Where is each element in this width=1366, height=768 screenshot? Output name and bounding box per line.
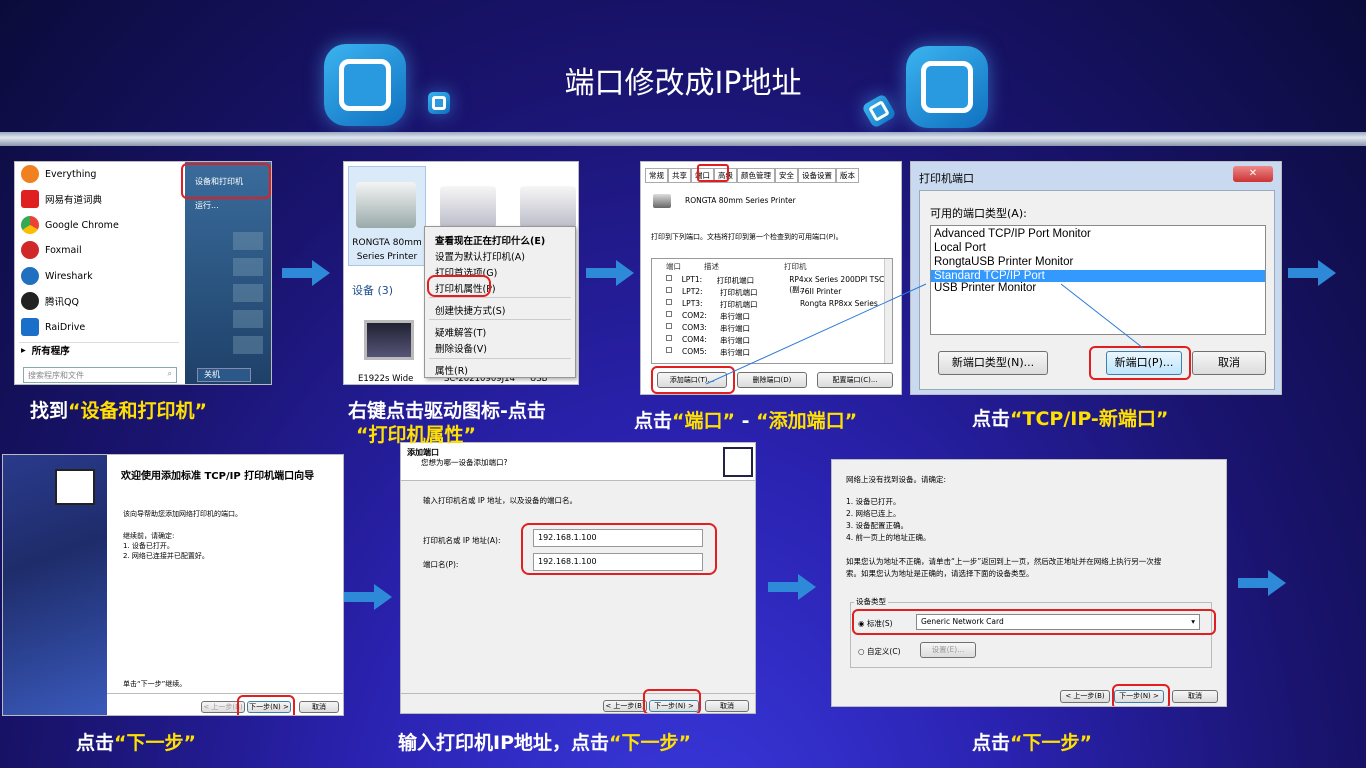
monitor-icon [364,320,414,360]
menu-item[interactable]: 属性(R) [435,363,468,377]
page-title: 端口修改成IP地址 [564,66,802,101]
menu-item[interactable]: 设置为默认打印机(A) [435,249,525,263]
radio-custom[interactable]: ○ 自定义(C) [858,646,901,657]
screenshot-start-menu: Everything 网易有道词典 Google Chrome Foxmail … [14,161,272,385]
back-button[interactable]: < 上一步(B) [1060,690,1110,703]
caption-step-5: 点击“下一步” [76,732,196,754]
arrow-right-icon [282,260,330,286]
arrow-right-icon [1288,260,1336,286]
cancel-button[interactable]: 取消 [1172,690,1218,703]
port-name-label: 端口名(P): [423,560,459,569]
ip-label: 打印机名或 IP 地址(A): [423,536,501,545]
program-wireshark[interactable]: Wireshark [21,264,93,288]
program-qq[interactable]: 腾讯QQ [21,289,79,313]
wizard-text: 4. 前一页上的地址正确。 [846,533,931,542]
divider [0,132,1366,146]
pointer-line [1060,283,1144,349]
printer-icon [653,194,671,208]
tab[interactable]: 颜色管理 [737,168,775,183]
tab[interactable]: 版本 [836,168,859,183]
program-chrome[interactable]: Google Chrome [21,213,119,237]
wizard-text: 该向导帮助您添加网络打印机的端口。 [123,510,242,518]
tab[interactable]: 安全 [775,168,798,183]
wizard-icon [723,447,753,477]
caption-step-3: 点击“端口” - “添加端口” [634,410,858,432]
caption-step-4: 点击“TCP/IP-新端口” [972,408,1169,430]
arrow-right-icon [1238,570,1286,596]
wizard-text: 1. 设备已打开。 [123,542,174,550]
caption-step-6: 输入打印机IP地址，点击“下一步” [398,732,691,754]
caption-step-2: 右键点击驱动图标-点击 [348,400,546,422]
tab[interactable]: 常规 [645,168,668,183]
wizard-text: 网络上没有找到设备。请确定: [846,475,947,484]
tab-bar: 常规 共享 端口 高级 颜色管理 安全 设备设置 版本 [645,168,859,183]
wizard-text: 继续前，请确定: [123,532,175,540]
tab[interactable]: 共享 [668,168,691,183]
screenshot-wizard-welcome: 欢迎使用添加标准 TCP/IP 打印机端口向导 该向导帮助您添加网络打印机的端口… [2,454,344,716]
caption-step-7: 点击“下一步” [972,732,1092,754]
cancel-button[interactable]: 取消 [705,700,749,712]
arrow-right-icon [768,574,816,600]
wizard-text: 3. 设备配置正确。 [846,521,909,530]
wizard-instruction: 输入打印机名或 IP 地址，以及设备的端口名。 [423,496,578,505]
screenshot-wizard-add-port: 添加端口 您想为哪一设备添加端口? 输入打印机名或 IP 地址，以及设备的端口名… [400,442,756,714]
menu-item[interactable]: 删除设备(V) [435,341,487,355]
wizard-text: 2. 网络已连上。 [846,509,901,518]
menu-run[interactable]: 运行... [195,200,219,211]
cancel-button[interactable]: 取消 [299,701,339,713]
shutdown-button[interactable]: 关机 [197,368,251,382]
wizard-text: 索。如果您认为地址是正确的，请选择下面的设备类型。 [846,569,1034,578]
wizard-footer: 单击“下一步”继续。 [123,680,187,688]
program-everything[interactable]: Everything [21,162,96,186]
wizard-subheading: 您想为哪一设备添加端口? [421,458,508,467]
start-search-input[interactable]: 搜索程序和文件 ⌕ [23,367,177,383]
wizard-text: 1. 设备已打开。 [846,497,901,506]
caption-step-2b: “打印机属性” [356,424,476,446]
menu-item[interactable]: 疑难解答(T) [435,325,486,339]
context-menu: 查看现在正在打印什么(E) 设置为默认打印机(A) 打印首选项(G) 打印机属性… [424,226,576,378]
printer-label: RONGTA 80mm Series Printer [352,238,422,262]
all-programs[interactable]: ▸ 所有程序 [21,338,70,362]
screenshot-printer-ports: 打印机端口 ✕ 可用的端口类型(A): Advanced TCP/IP Port… [910,161,1282,395]
ports-instruction: 打印到下列端口。文档将打印到第一个检查到的可用端口(P)。 [651,233,843,241]
printer-name: RONGTA 80mm Series Printer [685,196,796,205]
tab[interactable]: 设备设置 [798,168,836,183]
printer-icon [520,186,576,228]
device-label: E1922s Wide [358,374,414,384]
program-foxmail[interactable]: Foxmail [21,238,82,262]
search-icon: ⌕ [167,369,172,378]
wizard-icon [55,469,95,505]
caption-step-1: 找到“设备和打印机” [30,400,207,422]
menu-item[interactable]: 查看现在正在打印什么(E) [435,233,545,247]
wizard-text: 如果您认为地址不正确，请单击“上一步”返回到上一页，然后改正地址并在网络上执行另… [846,557,1162,566]
devices-header: 设备 (3) [352,284,394,297]
menu-item[interactable]: 创建快捷方式(S) [435,303,505,317]
wizard-text: 2. 网络已连接并已配置好。 [123,552,209,560]
printer-icon [356,182,416,228]
pointer-line [705,283,927,385]
program-youdao[interactable]: 网易有道词典 [21,187,102,211]
printer-icon [440,186,496,228]
program-raidrive[interactable]: RaiDrive [21,315,85,339]
arrow-right-icon [586,260,634,286]
screenshot-wizard-device-type: 网络上没有找到设备。请确定: 1. 设备已打开。 2. 网络已连上。 3. 设备… [831,459,1227,707]
screenshot-context-menu: RONGTA 80mm Series Printer 设备 (3) E1922s… [343,161,579,385]
back-button[interactable]: < 上一步(B) [603,700,647,712]
settings-button[interactable]: 设置(E)... [920,642,976,658]
device-type-group: 设备类型 [854,596,888,607]
wizard-heading: 欢迎使用添加标准 TCP/IP 打印机端口向导 [121,471,315,482]
arrow-right-icon [344,584,392,610]
